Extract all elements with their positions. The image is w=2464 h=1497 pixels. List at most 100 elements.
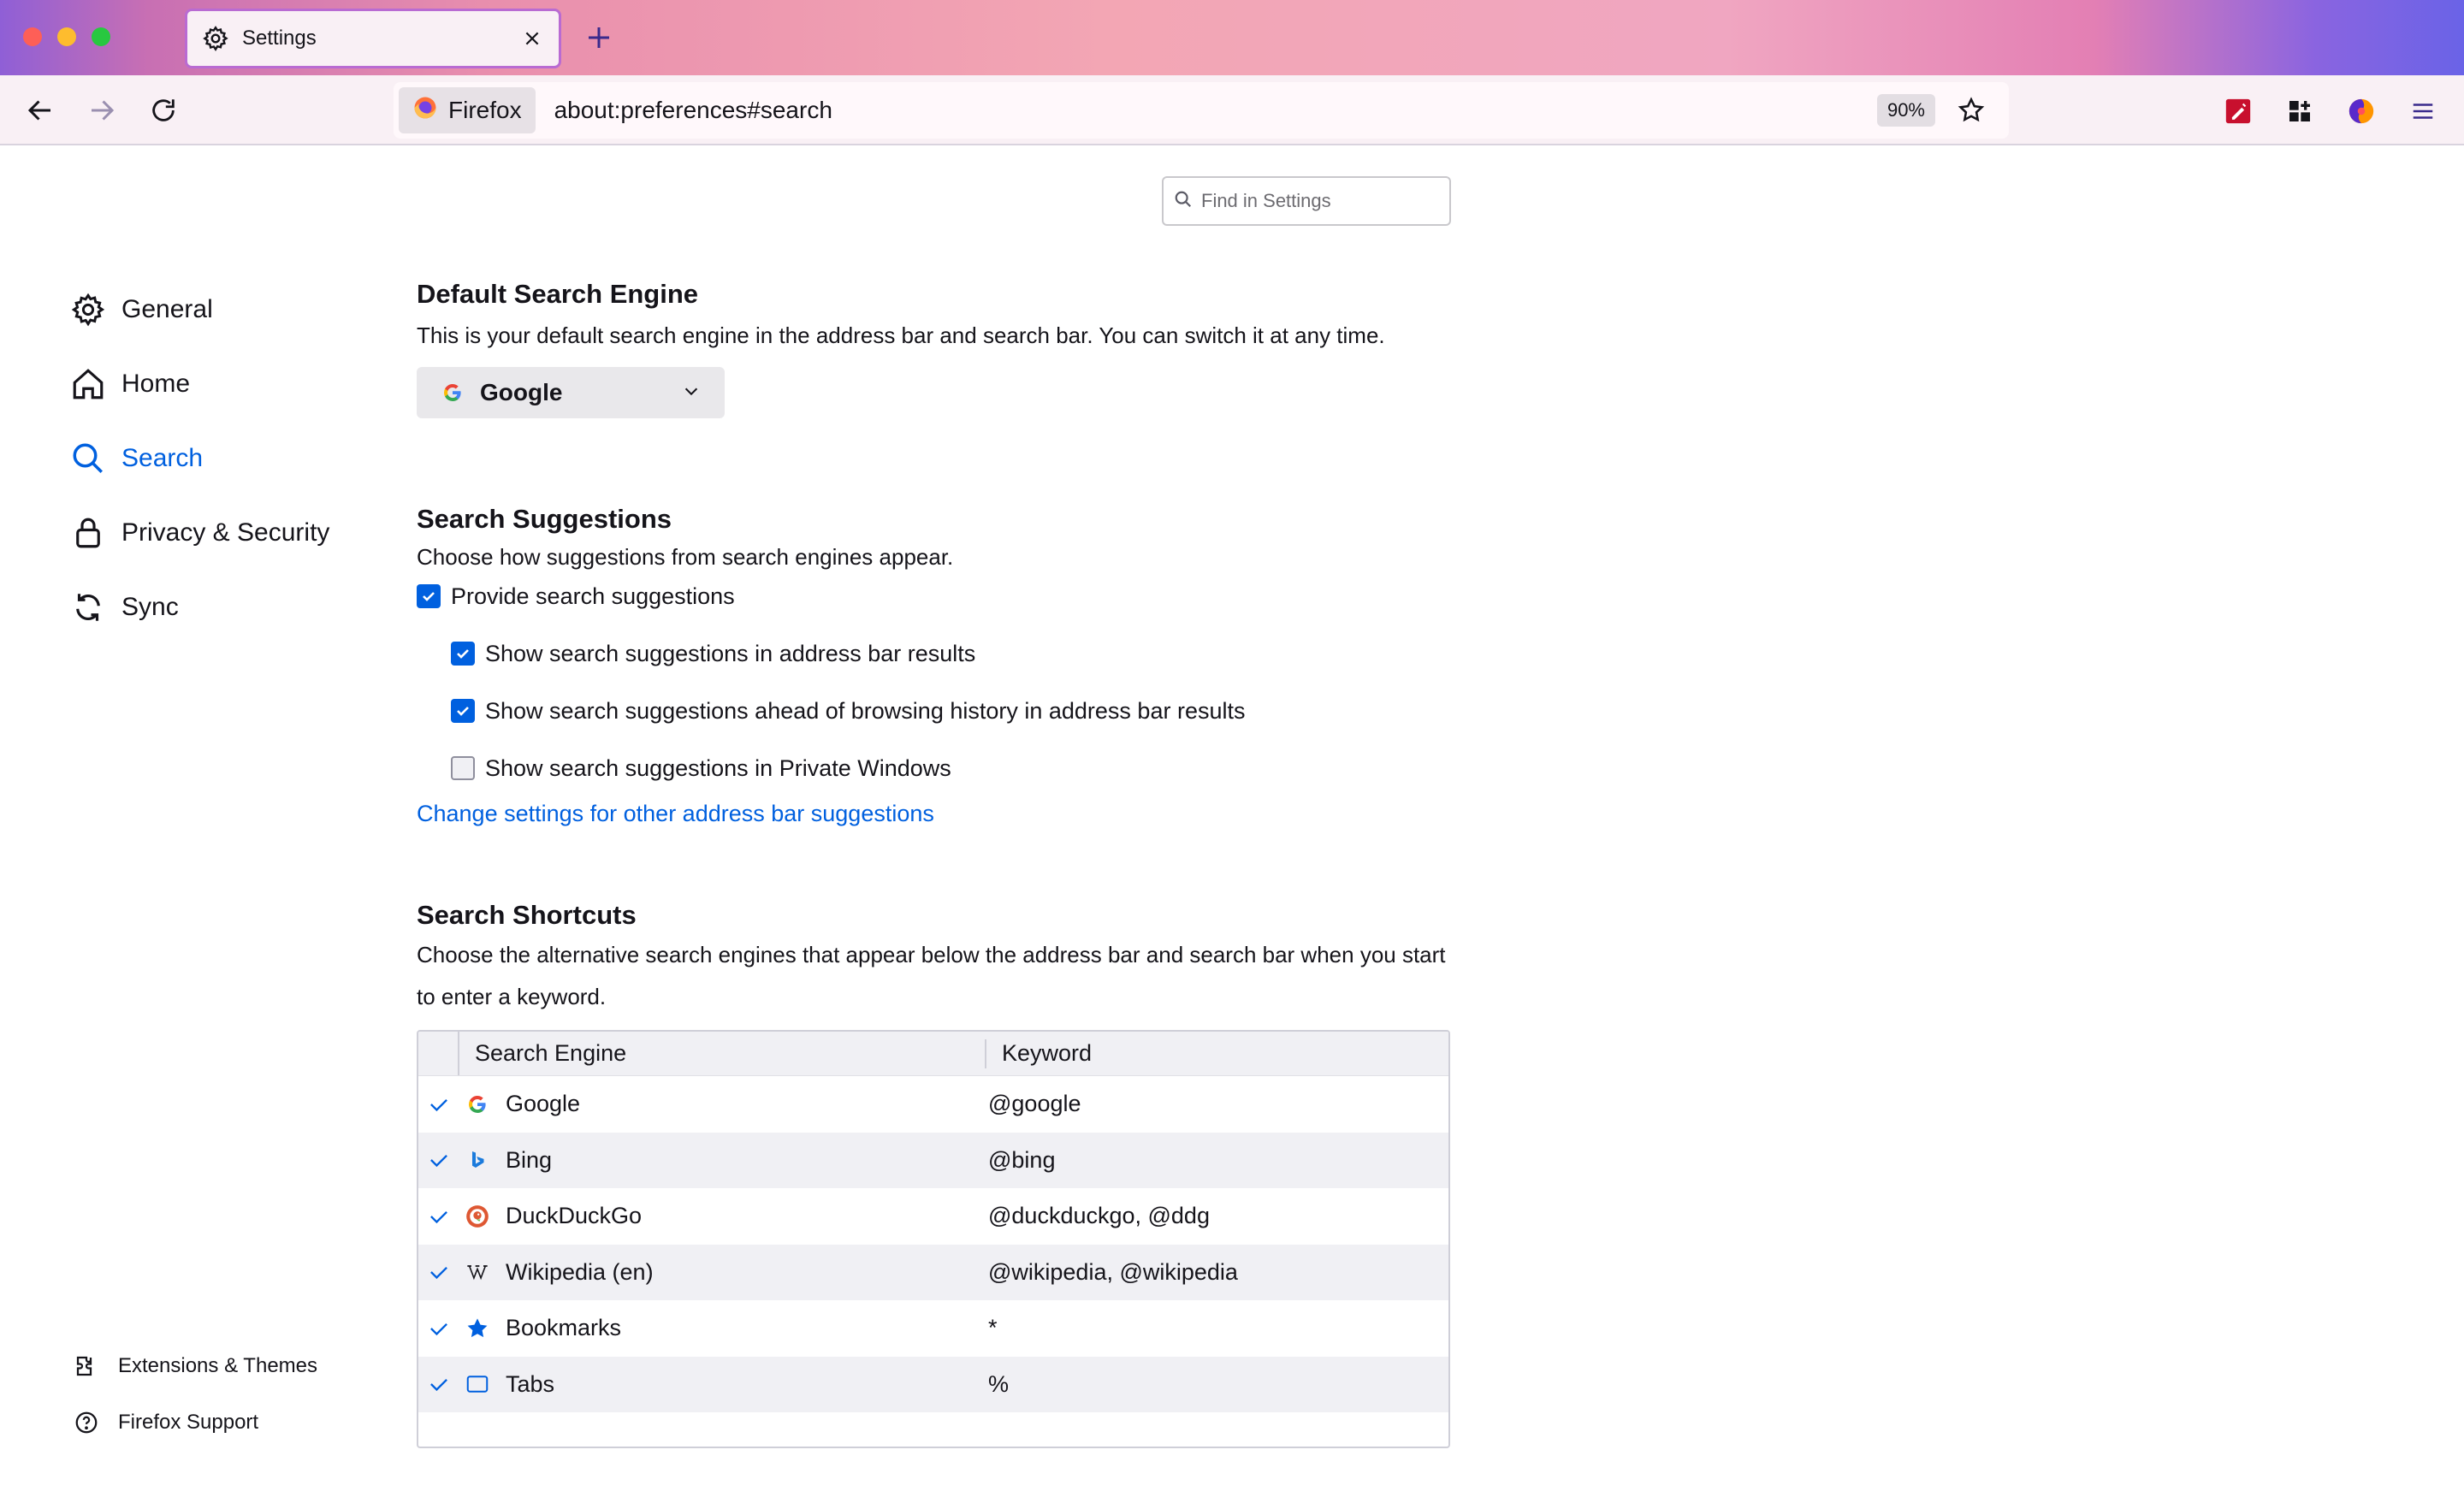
close-tab-icon[interactable] [519, 26, 545, 51]
table-row[interactable]: Bing @bing [418, 1132, 1448, 1188]
checkbox-label: Show search suggestions in Private Windo… [485, 754, 951, 781]
sidebar-item-sync[interactable]: Sync [68, 570, 359, 644]
hamburger-menu-icon[interactable] [2404, 92, 2442, 130]
lock-icon [68, 513, 108, 553]
engine-name: Google [506, 1091, 581, 1117]
checkbox-unchecked[interactable] [451, 756, 475, 780]
address-bar[interactable]: Firefox about:preferences#search 90% [394, 82, 2009, 139]
site-identity-button[interactable]: Firefox [399, 87, 536, 133]
engine-keyword[interactable]: @duckduckgo, @ddg [983, 1203, 1448, 1229]
row-check-icon[interactable] [418, 1261, 459, 1283]
sidebar-item-home[interactable]: Home [68, 346, 359, 421]
checkbox-label: Show search suggestions in address bar r… [485, 640, 976, 666]
duckduckgo-icon [465, 1204, 490, 1229]
sidebar-item-label: Sync [121, 592, 179, 621]
address-bar-suggestions-checkbox[interactable]: Show search suggestions in address bar r… [451, 638, 1452, 669]
row-check-icon[interactable] [418, 1149, 459, 1171]
search-shortcuts-table: Search Engine Keyword Google @google Bin… [417, 1030, 1450, 1448]
table-header: Search Engine Keyword [418, 1032, 1448, 1076]
engine-keyword[interactable]: * [983, 1315, 1448, 1341]
header-check-column [418, 1032, 459, 1075]
search-preferences-pane: Default Search Engine This is your defau… [417, 274, 1452, 1448]
engine-keyword[interactable]: % [983, 1371, 1448, 1398]
checkbox-checked[interactable] [451, 642, 475, 666]
bookmark-star-icon [465, 1316, 490, 1341]
engine-keyword[interactable]: @google [983, 1091, 1448, 1117]
engine-keyword[interactable]: @bing [983, 1147, 1448, 1174]
address-bar-suggestions-link[interactable]: Change settings for other address bar su… [417, 801, 934, 826]
section-heading: Search Suggestions [417, 504, 672, 534]
table-row[interactable]: Google @google [418, 1076, 1448, 1133]
minimize-window-button[interactable] [57, 27, 76, 46]
checkbox-label: Show search suggestions ahead of browsin… [485, 697, 1246, 724]
row-check-icon[interactable] [418, 1317, 459, 1340]
row-check-icon[interactable] [418, 1205, 459, 1228]
table-row[interactable] [418, 1412, 1448, 1447]
default-search-engine-section: Default Search Engine This is your defau… [417, 279, 1452, 418]
home-icon [68, 364, 108, 404]
section-description: Choose the alternative search engines th… [417, 942, 1446, 1009]
suggestions-ahead-history-checkbox[interactable]: Show search suggestions ahead of browsin… [451, 695, 1452, 726]
extension-pen-icon[interactable] [2219, 92, 2257, 130]
table-row[interactable]: DuckDuckGo @duckduckgo, @ddg [418, 1188, 1448, 1245]
engine-name: Tabs [506, 1370, 555, 1397]
sidebar-item-general[interactable]: General [68, 272, 359, 346]
provide-suggestions-checkbox[interactable]: Provide search suggestions [417, 582, 1452, 611]
extensions-themes-link[interactable]: Extensions & Themes [72, 1338, 317, 1394]
gear-icon [201, 24, 230, 53]
firefox-support-link[interactable]: Firefox Support [72, 1394, 317, 1451]
tabs-icon [465, 1371, 490, 1397]
close-window-button[interactable] [23, 27, 42, 46]
forward-button[interactable] [84, 92, 120, 128]
footer-item-label: Extensions & Themes [118, 1354, 318, 1377]
table-row[interactable]: Bookmarks * [418, 1300, 1448, 1357]
back-button[interactable] [22, 92, 58, 128]
column-header-search-engine[interactable]: Search Engine [459, 1038, 986, 1068]
checkbox-checked[interactable] [451, 699, 475, 723]
tab-title: Settings [242, 27, 317, 50]
find-in-settings-field[interactable] [1162, 176, 1451, 226]
default-engine-dropdown[interactable]: Google [417, 367, 725, 418]
url-text[interactable]: about:preferences#search [554, 97, 1877, 124]
help-icon [72, 1408, 101, 1437]
sidebar-footer: Extensions & Themes Firefox Support [72, 1338, 317, 1451]
engine-keyword[interactable]: @wikipedia, @wikipedia [983, 1259, 1448, 1286]
table-row[interactable]: Wikipedia (en) @wikipedia, @wikipedia [418, 1244, 1448, 1300]
google-icon [465, 1092, 490, 1117]
search-icon [68, 439, 108, 478]
checkbox-checked[interactable] [417, 584, 441, 608]
reload-button[interactable] [145, 92, 181, 128]
extension-grid-icon[interactable] [2281, 92, 2319, 130]
sidebar-item-label: Home [121, 369, 191, 398]
zoom-reset-button[interactable]: 90% [1876, 94, 1935, 127]
tab-strip: Settings [0, 0, 2464, 75]
table-row[interactable]: Tabs % [418, 1356, 1448, 1412]
row-check-icon[interactable] [418, 1373, 459, 1395]
tab-settings[interactable]: Settings [185, 9, 561, 68]
column-header-keyword[interactable]: Keyword [986, 1040, 1092, 1067]
engine-name: Bookmarks [506, 1315, 622, 1341]
search-shortcuts-section: Search Shortcuts Choose the alternative … [417, 900, 1452, 1448]
section-heading: Default Search Engine [417, 279, 699, 309]
bookmark-star-icon[interactable] [1952, 92, 1990, 129]
fullscreen-window-button[interactable] [92, 27, 110, 46]
search-icon [1174, 190, 1193, 213]
engine-name: Wikipedia (en) [506, 1258, 654, 1285]
puzzle-icon [72, 1352, 101, 1381]
selected-engine-label: Google [480, 379, 563, 405]
engine-name: DuckDuckGo [506, 1203, 643, 1229]
sidebar-item-label: Search [121, 443, 204, 472]
sidebar-item-search[interactable]: Search [68, 421, 359, 495]
section-description: This is your default search engine in th… [417, 322, 1385, 348]
new-tab-button[interactable] [582, 21, 616, 55]
account-avatar-icon[interactable] [2343, 92, 2380, 130]
sidebar-item-label: Privacy & Security [121, 518, 330, 547]
find-in-settings-input[interactable] [1201, 190, 1441, 212]
private-windows-suggestions-checkbox[interactable]: Show search suggestions in Private Windo… [451, 753, 1452, 784]
checkbox-label: Provide search suggestions [451, 583, 735, 609]
section-description: Choose how suggestions from search engin… [417, 544, 954, 570]
sidebar-item-label: General [121, 294, 213, 323]
bing-icon [465, 1147, 490, 1173]
sidebar-item-privacy-security[interactable]: Privacy & Security [68, 495, 359, 570]
row-check-icon[interactable] [418, 1093, 459, 1115]
